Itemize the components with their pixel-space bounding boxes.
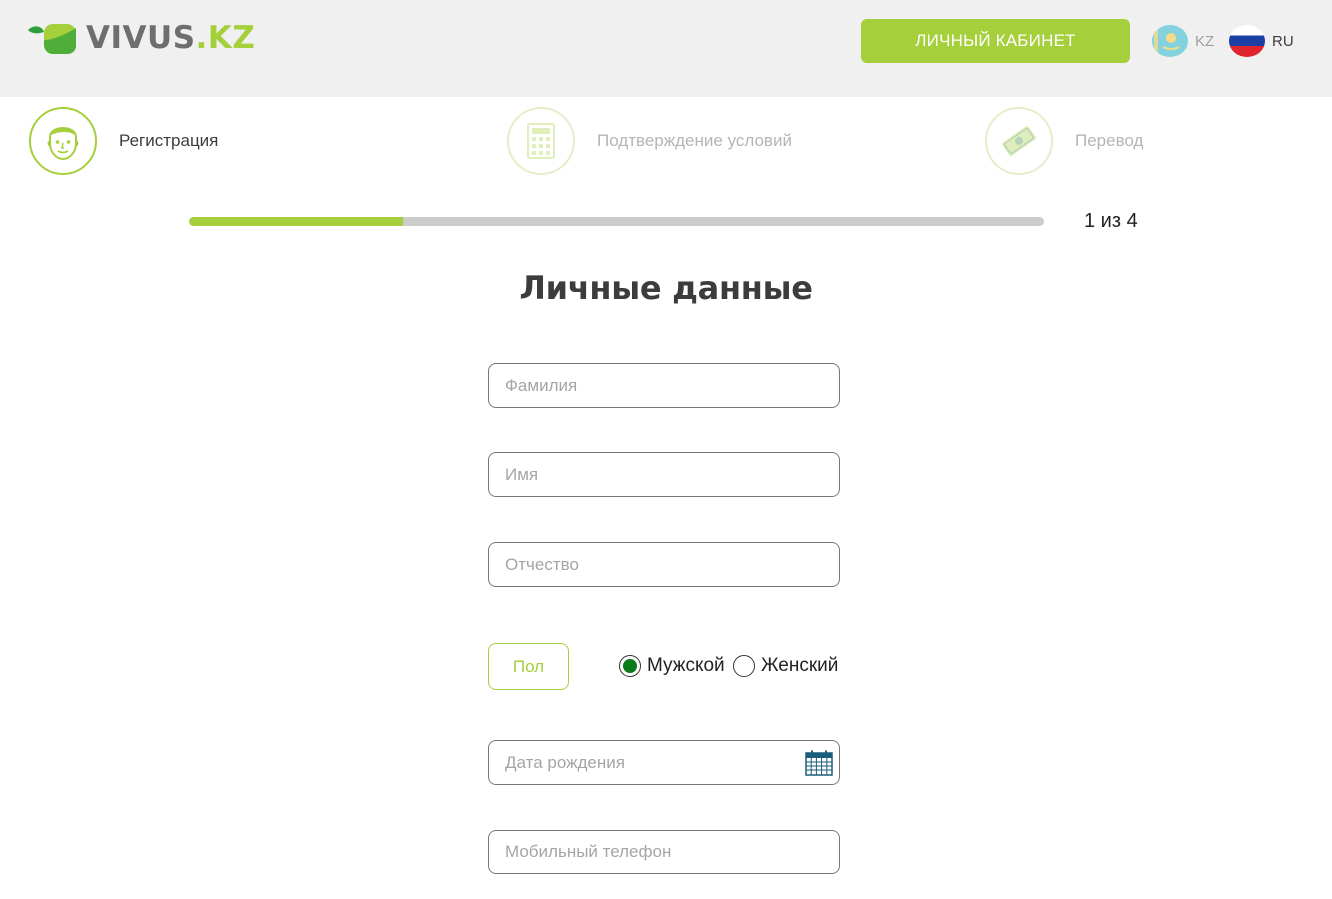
phone-input[interactable]	[489, 831, 839, 873]
header: VIVUS.KZ ЛИЧНЫЙ КАБИНЕТ KZ RU	[0, 0, 1332, 97]
radio-male-circle[interactable]	[619, 655, 641, 677]
language-kz[interactable]: KZ	[1152, 24, 1214, 58]
logo-main: VIVUS	[86, 20, 196, 56]
language-kz-label: KZ	[1195, 32, 1215, 50]
birth-date-input[interactable]	[489, 741, 839, 784]
birth-date-field-wrapper	[488, 740, 840, 785]
vivus-logo[interactable]: VIVUS.KZ	[26, 18, 255, 58]
gender-female-label[interactable]: Женский	[761, 655, 838, 677]
step-confirm-terms: Подтверждение условий	[507, 107, 792, 175]
personal-cabinet-button[interactable]: ЛИЧНЫЙ КАБИНЕТ	[861, 19, 1130, 63]
name-input[interactable]	[489, 453, 839, 496]
progress-bar	[189, 217, 1044, 226]
patronymic-input[interactable]	[489, 543, 839, 586]
radio-female-circle[interactable]	[733, 655, 755, 677]
name-field-wrapper	[488, 452, 840, 497]
ru-flag-icon	[1229, 25, 1265, 57]
patronymic-field-wrapper	[488, 542, 840, 587]
gender-label: Пол	[488, 643, 569, 690]
surname-field-wrapper	[488, 363, 840, 408]
calculator-icon	[507, 107, 575, 175]
radio-selected-dot	[623, 659, 637, 673]
logo-leaf-icon	[26, 18, 80, 58]
phone-field-wrapper	[488, 830, 840, 874]
progress-counter: 1 из 4	[1084, 210, 1138, 232]
progress-fill	[189, 217, 403, 226]
step-transfer-label: Перевод	[1075, 131, 1144, 150]
calendar-icon[interactable]	[805, 750, 833, 776]
language-ru[interactable]: RU	[1229, 24, 1294, 58]
language-ru-label: RU	[1272, 32, 1294, 50]
gender-female-radio[interactable]: Женский	[733, 654, 838, 678]
surname-input[interactable]	[489, 364, 839, 407]
face-icon	[29, 107, 97, 175]
logo-text: VIVUS.KZ	[86, 18, 255, 58]
logo-suffix: .KZ	[195, 20, 256, 56]
gender-male-radio[interactable]: Мужской	[619, 654, 725, 678]
step-registration: Регистрация	[29, 107, 218, 175]
gender-male-label[interactable]: Мужской	[647, 655, 725, 677]
step-transfer: Перевод	[985, 107, 1143, 175]
page-title: Личные данные	[519, 269, 813, 307]
money-icon	[985, 107, 1053, 175]
kz-flag-icon	[1152, 25, 1188, 57]
step-confirm-terms-label: Подтверждение условий	[597, 131, 792, 150]
step-registration-label: Регистрация	[119, 131, 219, 150]
